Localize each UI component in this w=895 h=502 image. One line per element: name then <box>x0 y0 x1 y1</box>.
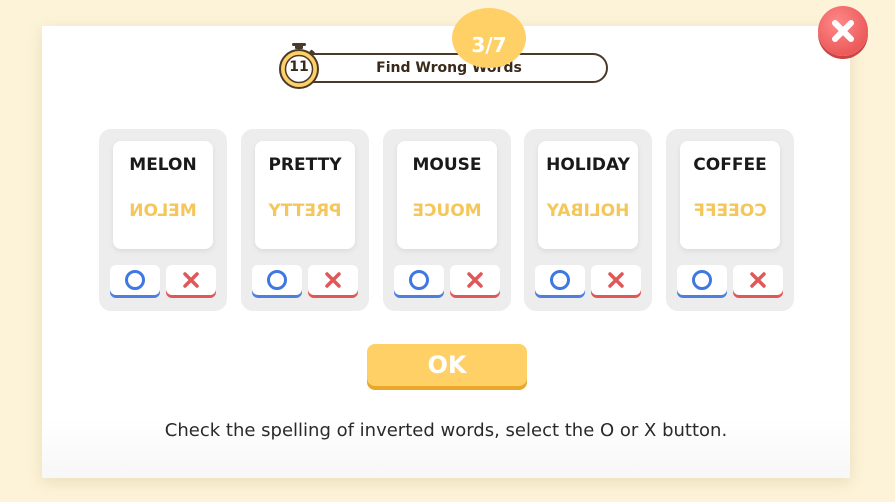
cross-x-icon <box>467 272 483 288</box>
word-card: HOLIDAY HOLIBAY <box>524 129 652 311</box>
ok-button[interactable]: OK <box>367 344 527 386</box>
word-text: MOUSE <box>412 155 482 175</box>
inverted-word-text: HOLIBAY <box>546 201 630 221</box>
word-card-face: HOLIDAY HOLIBAY <box>538 141 638 249</box>
word-card-face: MELON MELON <box>113 141 213 249</box>
cross-x-icon <box>608 272 624 288</box>
o-button[interactable] <box>535 265 585 295</box>
word-card: MELON MELON <box>99 129 227 311</box>
word-card: PRETTY PRETTY <box>241 129 369 311</box>
timer: 11 <box>277 43 321 89</box>
timer-value: 11 <box>289 59 309 75</box>
word-card: MOUSE MOUCE <box>383 129 511 311</box>
o-button[interactable] <box>394 265 444 295</box>
x-button[interactable] <box>733 265 783 295</box>
x-button[interactable] <box>591 265 641 295</box>
word-card-face: COFFEE COEEFF <box>680 141 780 249</box>
progress-badge: 3/7 <box>452 8 526 68</box>
inverted-word-text: MELON <box>129 201 197 221</box>
x-button[interactable] <box>308 265 358 295</box>
instructions-text: Check the spelling of inverted words, se… <box>164 420 728 441</box>
inverted-word-text: PRETTY <box>268 201 342 221</box>
word-text: PRETTY <box>268 155 342 175</box>
word-text: COFFEE <box>693 155 767 175</box>
inverted-word-text: MOUCE <box>412 201 482 221</box>
circle-o-icon <box>692 270 712 290</box>
o-button[interactable] <box>677 265 727 295</box>
close-button[interactable] <box>818 6 868 56</box>
word-card-face: MOUSE MOUCE <box>397 141 497 249</box>
circle-o-icon <box>550 270 570 290</box>
title-bar: Find Wrong Words <box>290 53 608 83</box>
circle-o-icon <box>125 270 145 290</box>
word-card: COFFEE COEEFF <box>666 129 794 311</box>
word-text: HOLIDAY <box>546 155 630 175</box>
circle-o-icon <box>267 270 287 290</box>
inverted-word-text: COEEFF <box>693 201 767 221</box>
x-button[interactable] <box>166 265 216 295</box>
x-button[interactable] <box>450 265 500 295</box>
cross-x-icon <box>183 272 199 288</box>
cross-x-icon <box>325 272 341 288</box>
word-card-face: PRETTY PRETTY <box>255 141 355 249</box>
close-icon <box>832 20 854 42</box>
word-text: MELON <box>129 155 197 175</box>
o-button[interactable] <box>110 265 160 295</box>
o-button[interactable] <box>252 265 302 295</box>
cross-x-icon <box>750 272 766 288</box>
circle-o-icon <box>409 270 429 290</box>
